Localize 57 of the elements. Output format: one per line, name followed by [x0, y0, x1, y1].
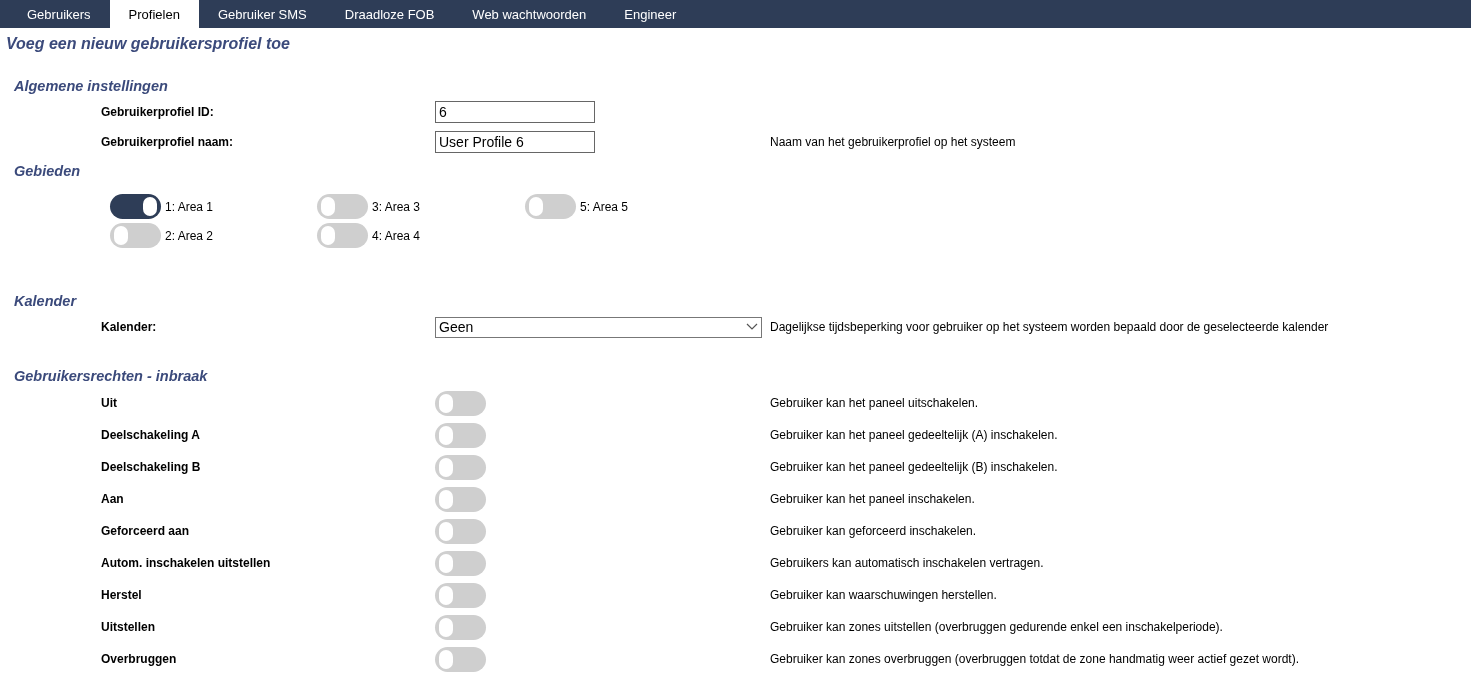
tab[interactable]: Profielen: [109, 0, 199, 28]
toggle-switch[interactable]: [435, 518, 486, 544]
section-heading: Algemene instellingen: [13, 77, 169, 96]
field-label: Gebruikerprofiel ID:: [101, 105, 215, 119]
tab[interactable]: Web wachtwoorden: [453, 0, 606, 28]
area-label: 5: Area 5: [580, 199, 629, 214]
tab[interactable]: Engineer: [605, 0, 696, 28]
toggle-switch[interactable]: [435, 582, 486, 608]
toggle-switch[interactable]: [435, 454, 486, 480]
toggle-switch[interactable]: [110, 194, 161, 219]
toggle-switch[interactable]: [435, 390, 486, 416]
toggle-switch[interactable]: [435, 646, 486, 672]
chevron-down-icon: [746, 323, 758, 331]
right-description: Gebruiker kan waarschuwingen herstellen.: [770, 588, 998, 602]
right-description: Gebruiker kan het paneel gedeeltelijk (A) inschakelen.: [770, 428, 1059, 442]
area-label: 2: Area 2: [165, 228, 214, 243]
tab[interactable]: Gebruiker SMS: [198, 0, 326, 28]
right-label: Autom. inschakelen uitstellen: [101, 556, 272, 570]
section-heading: Gebieden: [13, 162, 82, 181]
right-label: Aan: [101, 492, 125, 506]
right-label: Uit: [101, 396, 118, 410]
toggle-switch[interactable]: [435, 422, 486, 448]
field-description: Dagelijkse tijdsbeperking voor gebruiker op het systeem worden bepaald door de geselecteerde kalender: [770, 320, 1330, 334]
right-description: Gebruiker kan het paneel uitschakelen.: [770, 396, 980, 410]
right-description: Gebruiker kan het paneel inschakelen.: [770, 492, 976, 506]
right-label: Geforceerd aan: [101, 524, 191, 538]
right-description: Gebruiker kan zones overbruggen (overbruggen totdat de zone handmatig weer actief gezet wordt).: [770, 652, 1300, 666]
right-label: Deelschakeling A: [101, 428, 201, 442]
section-heading: Gebruikersrechten - inbraak: [13, 367, 209, 386]
right-description: Gebruiker kan het paneel gedeeltelijk (B) inschakelen.: [770, 460, 1059, 474]
right-label: Herstel: [101, 588, 143, 602]
toggle-switch[interactable]: [110, 223, 161, 248]
toggle-switch[interactable]: [435, 550, 486, 576]
right-description: Gebruiker kan zones uitstellen (overbruggen gedurende enkel een inschakelperiode).: [770, 620, 1224, 634]
area-label: 1: Area 1: [165, 199, 214, 214]
field-description: Naam van het gebruikerprofiel op het systeem: [770, 135, 1017, 149]
toggle-switch[interactable]: [435, 614, 486, 640]
tab[interactable]: Draadloze FOB: [325, 0, 454, 28]
tab[interactable]: Gebruikers: [8, 0, 110, 28]
area-label: 3: Area 3: [372, 199, 421, 214]
right-label: Overbruggen: [101, 652, 178, 666]
field-label: Gebruikerprofiel naam:: [101, 135, 235, 149]
field-label: Kalender:: [101, 320, 158, 334]
right-description: Gebruikers kan automatisch inschakelen vertragen.: [770, 556, 1045, 570]
right-label: Uitstellen: [101, 620, 156, 634]
toggle-switch[interactable]: [317, 223, 368, 248]
toggle-switch[interactable]: [317, 194, 368, 219]
toggle-switch[interactable]: [525, 194, 576, 219]
page-title: Voeg een nieuw gebruikersprofiel toe: [5, 34, 291, 54]
calendar-dropdown[interactable]: Geen: [435, 316, 762, 338]
right-description: Gebruiker kan geforceerd inschakelen.: [770, 524, 978, 538]
section-heading: Kalender: [13, 292, 78, 311]
text-field[interactable]: User Profile 6: [435, 131, 595, 153]
toggle-switch[interactable]: [435, 486, 486, 512]
area-label: 4: Area 4: [372, 228, 421, 243]
text-field[interactable]: 6: [435, 101, 595, 123]
right-label: Deelschakeling B: [101, 460, 202, 474]
